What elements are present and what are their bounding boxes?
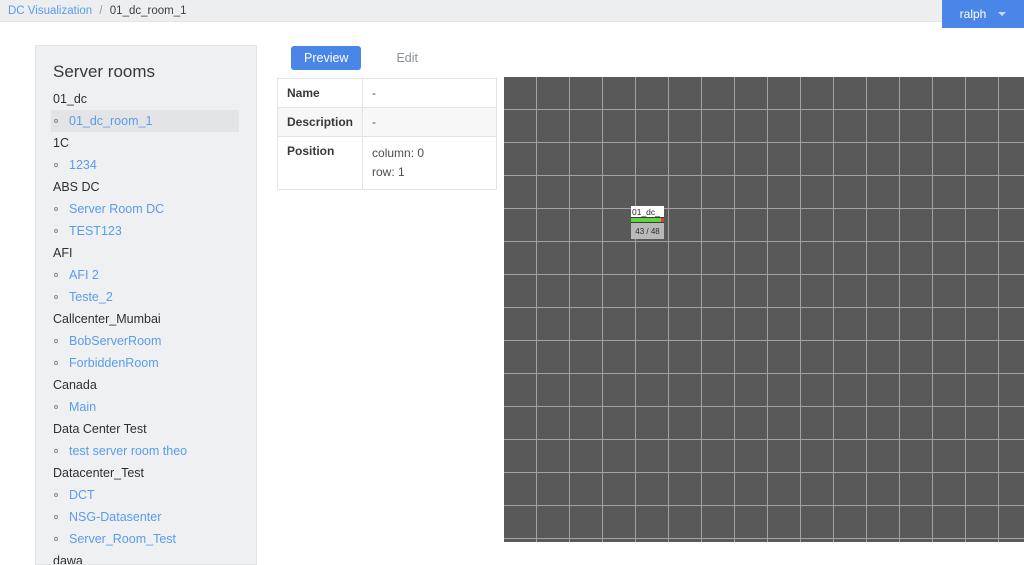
view-mode-tabs: Preview Edit xyxy=(291,46,431,70)
property-position-label: Position xyxy=(276,136,364,190)
sidebar-item-01-dc-room-1[interactable]: 01_dc_room_1 xyxy=(51,110,239,132)
sidebar-item-bobserverroom[interactable]: BobServerRoom xyxy=(51,330,239,352)
bullet-icon xyxy=(54,449,58,453)
sidebar-item-forbiddenroom[interactable]: ForbiddenRoom xyxy=(51,352,239,374)
sidebar-group-list: 01_dc 01_dc_room_1 1C 1234 ABS DC Server Room… xyxy=(36,88,256,565)
bullet-icon xyxy=(54,295,58,299)
table-row: Description - xyxy=(276,107,497,137)
sidebar-group-header: 01_dc xyxy=(53,92,88,106)
sidebar-item-label: 01_dc_room_1 xyxy=(69,114,153,128)
property-position-value: column: 0 row: 1 xyxy=(362,136,497,190)
properties-table: Name - Description - Position column: 0 … xyxy=(276,78,497,190)
table-row: Position column: 0 row: 1 xyxy=(276,136,497,190)
breadcrumb: DC Visualization / 01_dc_room_1 xyxy=(8,0,187,22)
rack-name-label: 01_dc_ xyxy=(631,206,664,218)
bullet-icon xyxy=(54,339,58,343)
tab-edit-label: Edit xyxy=(396,51,419,65)
sidebar-title: Server rooms xyxy=(53,62,156,81)
sidebar-item-afi-2[interactable]: AFI 2 xyxy=(51,264,239,286)
sidebar-item-label: test server room theo xyxy=(69,444,188,458)
sidebar-item-label: Main xyxy=(69,400,97,414)
position-column: column: 0 xyxy=(372,146,425,160)
sidebar-item-label: DCT xyxy=(69,488,95,502)
property-name-value: - xyxy=(362,78,497,108)
sidebar-item-1234[interactable]: 1234 xyxy=(51,154,239,176)
sidebar-item-test123[interactable]: TEST123 xyxy=(51,220,239,242)
bullet-icon xyxy=(54,207,58,211)
floor-grid xyxy=(504,77,1024,542)
rack-capacity-bar xyxy=(631,218,664,223)
sidebar-item-main[interactable]: Main xyxy=(51,396,239,418)
bullet-icon xyxy=(54,493,58,497)
breadcrumb-separator: / xyxy=(99,5,103,17)
chevron-down-icon xyxy=(998,12,1007,16)
sidebar-item-label: NSG-Datasenter xyxy=(69,510,162,524)
rack-element[interactable]: 01_dc_ 43 / 48 xyxy=(631,206,664,239)
table-row: Name - xyxy=(276,78,497,108)
bullet-icon xyxy=(54,537,58,541)
floor-plan-canvas[interactable]: 01_dc_ 43 / 48 xyxy=(504,77,1024,542)
sidebar-item-server-room-test[interactable]: Server_Room_Test xyxy=(51,528,239,550)
sidebar-item-teste-2[interactable]: Teste_2 xyxy=(51,286,239,308)
top-bar: DC Visualization / 01_dc_room_1 xyxy=(0,0,1024,22)
sidebar-group-header: ABS DC xyxy=(53,180,100,194)
rack-capacity-count: 43 / 48 xyxy=(631,223,664,239)
sidebar-item-label: Teste_2 xyxy=(69,290,113,304)
sidebar-item-dct[interactable]: DCT xyxy=(51,484,239,506)
breadcrumb-root-link[interactable]: DC Visualization xyxy=(8,5,92,17)
property-name-label: Name xyxy=(276,78,364,108)
bullet-icon xyxy=(54,515,58,519)
tab-preview[interactable]: Preview xyxy=(291,46,362,70)
sidebar-item-label: 1234 xyxy=(69,158,97,172)
position-row: row: 1 xyxy=(372,165,405,179)
bullet-icon xyxy=(54,229,58,233)
rack-capacity-fill xyxy=(631,218,661,222)
sidebar-item-label: AFI 2 xyxy=(69,268,99,282)
bullet-icon xyxy=(54,119,58,123)
sidebar-group-header: Data Center Test xyxy=(53,422,147,436)
bullet-icon xyxy=(54,405,58,409)
sidebar-group-header: 1C xyxy=(53,136,69,150)
bullet-icon xyxy=(54,273,58,277)
user-menu-label: ralph xyxy=(959,7,987,21)
sidebar-item-test-server-room-theo[interactable]: test server room theo xyxy=(51,440,239,462)
sidebar-item-nsg-datasenter[interactable]: NSG-Datasenter xyxy=(51,506,239,528)
tab-edit[interactable]: Edit xyxy=(383,46,431,70)
sidebar-item-label: ForbiddenRoom xyxy=(69,356,159,370)
bullet-icon xyxy=(54,163,58,167)
sidebar-group-header: Datacenter_Test xyxy=(53,466,145,480)
sidebar-group-header: AFI xyxy=(53,246,73,260)
property-description-value: - xyxy=(362,107,497,137)
user-menu-button[interactable]: ralph xyxy=(942,0,1024,28)
sidebar-item-label: TEST123 xyxy=(69,224,122,238)
tab-preview-label: Preview xyxy=(304,51,349,65)
server-rooms-sidebar: Server rooms 01_dc 01_dc_room_1 1C 1234 ABS … xyxy=(35,45,257,565)
property-description-label: Description xyxy=(276,107,364,137)
sidebar-item-label: BobServerRoom xyxy=(69,334,162,348)
sidebar-group-header: Canada xyxy=(53,378,97,392)
sidebar-item-label: Server_Room_Test xyxy=(69,532,176,546)
sidebar-item-label: Server Room DC xyxy=(69,202,165,216)
breadcrumb-current: 01_dc_room_1 xyxy=(109,5,187,17)
bullet-icon xyxy=(54,361,58,365)
sidebar-item-server-room-dc[interactable]: Server Room DC xyxy=(51,198,239,220)
sidebar-group-header: dawa xyxy=(53,554,83,565)
sidebar-group-header: Callcenter_Mumbai xyxy=(53,312,161,326)
